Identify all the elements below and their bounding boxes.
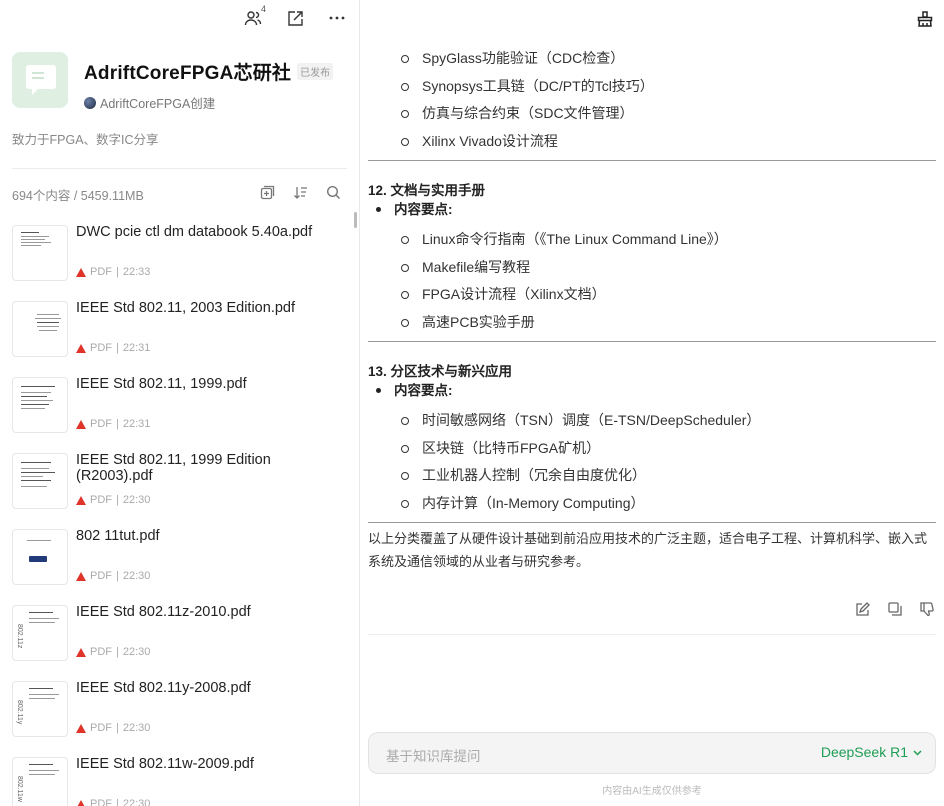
section-title: 12. 文档与实用手册 bbox=[368, 183, 486, 198]
file-name: IEEE Std 802.11z-2010.pdf bbox=[76, 604, 251, 620]
file-thumbnail bbox=[12, 377, 68, 433]
file-thumbnail: 802.11w bbox=[12, 757, 68, 806]
edit-icon[interactable] bbox=[854, 600, 872, 618]
pdf-icon bbox=[76, 419, 86, 429]
file-meta: PDF | 22:30 bbox=[76, 722, 150, 734]
model-name: DeepSeek R1 bbox=[820, 744, 908, 760]
divider bbox=[12, 168, 347, 169]
knowledge-base-title: AdriftCoreFPGA芯研社 bbox=[84, 63, 292, 84]
file-meta: PDF | 22:30 bbox=[76, 798, 150, 806]
list-item: 仿真与综合约束（SDC文件管理） bbox=[368, 103, 936, 131]
content-stats: 694个内容 / 5459.11MB bbox=[12, 189, 144, 203]
creator-info: AdriftCoreFPGA创建 bbox=[84, 93, 333, 112]
file-thumbnail: 802.11z bbox=[12, 605, 68, 661]
file-meta: PDF | 22:30 bbox=[76, 646, 150, 658]
list-toolbar bbox=[259, 184, 341, 200]
creator-label: AdriftCoreFPGA创建 bbox=[100, 97, 216, 111]
list-item[interactable]: 802.11y IEEE Std 802.11y-2008.pdf PDF | … bbox=[0, 678, 356, 754]
file-thumbnail bbox=[12, 225, 68, 281]
pdf-icon bbox=[76, 267, 86, 277]
file-meta: PDF | 22:30 bbox=[76, 494, 150, 506]
avatar bbox=[84, 96, 96, 109]
list-item[interactable]: 802.11z IEEE Std 802.11z-2010.pdf PDF | … bbox=[0, 602, 356, 678]
chat-panel: SpyGlass功能验证（CDC检查） Synopsys工具链（DC/PT的Tc… bbox=[360, 0, 944, 806]
pdf-icon bbox=[76, 571, 86, 581]
file-name: IEEE Std 802.11w-2009.pdf bbox=[76, 756, 254, 772]
answer-actions bbox=[854, 600, 936, 618]
list-item: 时间敏感网络（TSN）调度（E-TSN/DeepScheduler） bbox=[368, 410, 936, 438]
list-item: Linux命令行指南（《The Linux Command Line》） bbox=[368, 229, 936, 257]
key-points-label: 内容要点: bbox=[368, 201, 936, 229]
members-count: 4 bbox=[260, 4, 266, 14]
knowledge-base-logo-icon bbox=[12, 52, 68, 108]
pdf-icon bbox=[76, 799, 86, 806]
share-icon[interactable] bbox=[285, 8, 305, 28]
divider bbox=[368, 634, 936, 635]
thumbs-down-icon[interactable] bbox=[918, 600, 936, 618]
file-thumbnail: 802.11y bbox=[12, 681, 68, 737]
sort-icon[interactable] bbox=[292, 184, 308, 200]
list-item[interactable]: IEEE Std 802.11, 1999 Edition (R2003).pd… bbox=[0, 450, 356, 526]
list-item[interactable]: 802.11w IEEE Std 802.11w-2009.pdf PDF | … bbox=[0, 754, 356, 806]
file-thumbnail bbox=[12, 453, 68, 509]
file-meta: PDF | 22:30 bbox=[76, 570, 150, 582]
pdf-icon bbox=[76, 647, 86, 657]
list-item[interactable]: IEEE Std 802.11, 1999.pdf PDF | 22:31 bbox=[0, 374, 356, 450]
model-selector[interactable]: DeepSeek R1 bbox=[821, 744, 923, 760]
list-item: 内存计算（In-Memory Computing） bbox=[368, 493, 936, 521]
knowledge-base-panel: 4 AdriftCoreFPGA芯研社 已发布 AdriftCoreFPGA创建… bbox=[0, 0, 360, 806]
list-item[interactable]: IEEE Std 802.11, 2003 Edition.pdf PDF | … bbox=[0, 298, 356, 374]
ai-disclaimer: 内容由AI生成仅供参考 bbox=[602, 786, 702, 797]
question-placeholder: 基于知识库提问 bbox=[386, 749, 481, 764]
section-title: 13. 分区技术与新兴应用 bbox=[368, 364, 513, 379]
summary-text: 以上分类覆盖了从硬件设计基础到前沿应用技术的广泛主题，适合电子工程、计算机科学、… bbox=[368, 531, 928, 569]
file-name: DWC pcie ctl dm databook 5.40a.pdf bbox=[76, 224, 313, 240]
list-item: Makefile编写教程 bbox=[368, 257, 936, 285]
status-badge: 已发布 bbox=[297, 63, 334, 80]
list-item[interactable]: 802 11tut.pdf PDF | 22:30 bbox=[0, 526, 356, 602]
file-name: IEEE Std 802.11y-2008.pdf bbox=[76, 680, 251, 696]
search-icon[interactable] bbox=[325, 184, 341, 200]
members-icon[interactable]: 4 bbox=[243, 4, 266, 28]
file-meta: PDF | 22:33 bbox=[76, 266, 150, 278]
pdf-icon bbox=[76, 495, 86, 505]
knowledge-base-description: 致力于FPGA、数字IC分享 bbox=[12, 133, 159, 147]
file-meta: PDF | 22:31 bbox=[76, 342, 150, 354]
clear-chat-icon[interactable] bbox=[916, 10, 934, 28]
list-item: Xilinx Vivado设计流程 bbox=[368, 131, 936, 159]
list-item: Synopsys工具链（DC/PT的Tcl技巧） bbox=[368, 76, 936, 104]
pdf-icon bbox=[76, 723, 86, 733]
list-item: 区块链（比特币FPGA矿机） bbox=[368, 438, 936, 466]
list-item[interactable]: DWC pcie ctl dm databook 5.40a.pdf PDF |… bbox=[0, 222, 356, 298]
copy-icon[interactable] bbox=[886, 600, 904, 618]
add-content-icon[interactable] bbox=[259, 184, 275, 200]
file-list: DWC pcie ctl dm databook 5.40a.pdf PDF |… bbox=[0, 222, 356, 806]
list-item: SpyGlass功能验证（CDC检查） bbox=[368, 48, 936, 76]
file-thumbnail bbox=[12, 529, 68, 585]
file-name: IEEE Std 802.11, 2003 Edition.pdf bbox=[76, 300, 296, 316]
file-name: 802 11tut.pdf bbox=[76, 528, 160, 544]
key-points-label: 内容要点: bbox=[368, 382, 936, 410]
list-item: 工业机器人控制（冗余自由度优化） bbox=[368, 465, 936, 493]
file-thumbnail bbox=[12, 301, 68, 357]
knowledge-base-header: AdriftCoreFPGA芯研社 已发布 AdriftCoreFPGA创建 bbox=[12, 52, 334, 112]
chevron-down-icon bbox=[913, 749, 922, 756]
answer-content: SpyGlass功能验证（CDC检查） Synopsys工具链（DC/PT的Tc… bbox=[368, 48, 936, 573]
file-name: IEEE Std 802.11, 1999.pdf bbox=[76, 376, 247, 392]
file-name: IEEE Std 802.11, 1999 Edition (R2003).pd… bbox=[76, 452, 271, 484]
top-toolbar: 4 bbox=[243, 4, 347, 28]
file-meta: PDF | 22:31 bbox=[76, 418, 150, 430]
divider bbox=[368, 522, 936, 523]
list-item: FPGA设计流程（Xilinx文档） bbox=[368, 284, 936, 312]
question-input[interactable]: 基于知识库提问 DeepSeek R1 bbox=[368, 732, 936, 774]
more-icon[interactable] bbox=[327, 8, 347, 28]
list-item: 高速PCB实验手册 bbox=[368, 312, 936, 340]
pdf-icon bbox=[76, 343, 86, 353]
